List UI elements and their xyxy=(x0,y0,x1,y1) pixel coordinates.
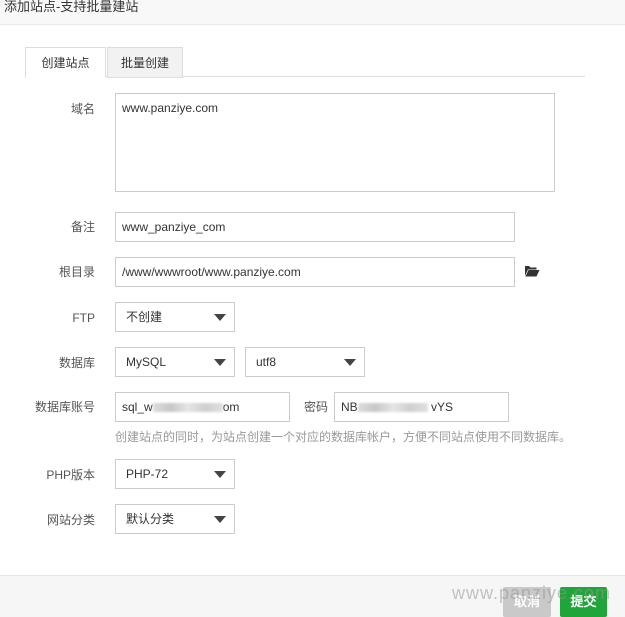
site-category-value: 默认分类 xyxy=(126,512,175,526)
chevron-down-icon xyxy=(214,516,226,523)
db-hint-text: 创建站点的同时，为站点创建一个对应的数据库帐户，方便不同站点使用不同数据库。 xyxy=(115,430,572,444)
db-password-prefix: NB xyxy=(341,400,358,414)
ftp-label: FTP xyxy=(72,311,95,325)
tab-create-site[interactable]: 创建站点 xyxy=(25,47,106,78)
folder-open-icon[interactable] xyxy=(524,264,540,278)
chevron-down-icon xyxy=(214,314,226,321)
db-password-label: 密码 xyxy=(304,400,329,414)
tab-bar: 创建站点 批量创建 xyxy=(25,47,585,78)
php-version-value: PHP-72 xyxy=(126,467,169,481)
database-type-value: MySQL xyxy=(126,355,167,369)
domain-textarea[interactable]: www.panziye.com xyxy=(115,93,555,192)
php-version-select[interactable]: PHP-72 xyxy=(115,459,235,489)
chevron-down-icon xyxy=(344,359,356,366)
db-account-label: 数据库账号 xyxy=(34,400,95,414)
site-category-select[interactable]: 默认分类 xyxy=(115,504,235,534)
dialog-titlebar: 添加站点-支持批量建站 xyxy=(0,0,625,25)
dialog-title: 添加站点-支持批量建站 xyxy=(4,0,139,14)
database-charset-value: utf8 xyxy=(256,355,277,369)
site-category-label: 网站分类 xyxy=(46,513,95,527)
php-version-label: PHP版本 xyxy=(46,468,95,482)
database-charset-select[interactable]: utf8 xyxy=(245,347,365,377)
submit-button[interactable]: 提交 xyxy=(560,587,607,617)
chevron-down-icon xyxy=(214,471,226,478)
database-type-select[interactable]: MySQL xyxy=(115,347,235,377)
cancel-button[interactable]: 取消 xyxy=(503,587,551,617)
dialog-footer: 取消 提交 xyxy=(0,575,625,617)
db-username-input[interactable]: sql_w om xyxy=(115,392,290,422)
ftp-select[interactable]: 不创建 xyxy=(115,302,235,332)
tab-batch-create[interactable]: 批量创建 xyxy=(107,47,183,78)
redacted-blur xyxy=(357,403,428,413)
db-username-suffix: om xyxy=(222,400,240,414)
redacted-blur xyxy=(152,403,223,413)
root-dir-input[interactable]: /www/wwwroot/www.panziye.com xyxy=(115,257,515,287)
database-label: 数据库 xyxy=(58,356,95,370)
ftp-select-value: 不创建 xyxy=(126,310,163,324)
db-username-prefix: sql_w xyxy=(122,400,153,414)
domain-label: 域名 xyxy=(70,102,95,116)
db-password-input[interactable]: NB vYS xyxy=(334,392,509,422)
remark-input[interactable]: www_panziye_com xyxy=(115,212,515,242)
root-dir-label: 根目录 xyxy=(58,265,95,279)
db-password-suffix: vYS xyxy=(431,400,454,414)
chevron-down-icon xyxy=(214,359,226,366)
remark-label: 备注 xyxy=(70,220,95,234)
